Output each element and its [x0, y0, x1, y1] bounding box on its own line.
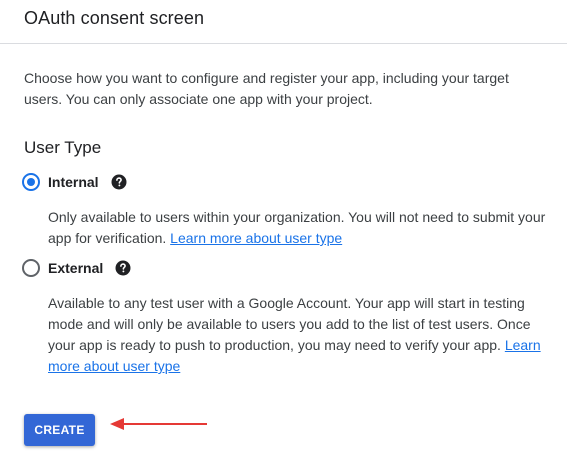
internal-radio[interactable]: [22, 173, 40, 191]
internal-description: Only available to users within your orga…: [48, 207, 548, 249]
external-description: Available to any test user with a Google…: [48, 293, 548, 377]
external-option[interactable]: External: [22, 256, 131, 280]
internal-option[interactable]: Internal: [22, 170, 127, 194]
help-circle-icon[interactable]: [111, 174, 127, 190]
user-type-heading: User Type: [24, 138, 102, 157]
red-arrow-left-icon: [110, 418, 207, 430]
create-button[interactable]: CREATE: [24, 414, 95, 446]
page-header: OAuth consent screen: [0, 0, 567, 44]
external-description-text: Available to any test user with a Google…: [48, 295, 531, 353]
external-radio[interactable]: [22, 259, 40, 277]
help-circle-icon[interactable]: [115, 260, 131, 276]
page-title: OAuth consent screen: [24, 8, 205, 28]
external-label: External: [48, 260, 104, 276]
intro-text: Choose how you want to configure and reg…: [24, 70, 509, 107]
internal-label: Internal: [48, 174, 99, 190]
internal-learn-more-link[interactable]: Learn more about user type: [170, 230, 342, 246]
